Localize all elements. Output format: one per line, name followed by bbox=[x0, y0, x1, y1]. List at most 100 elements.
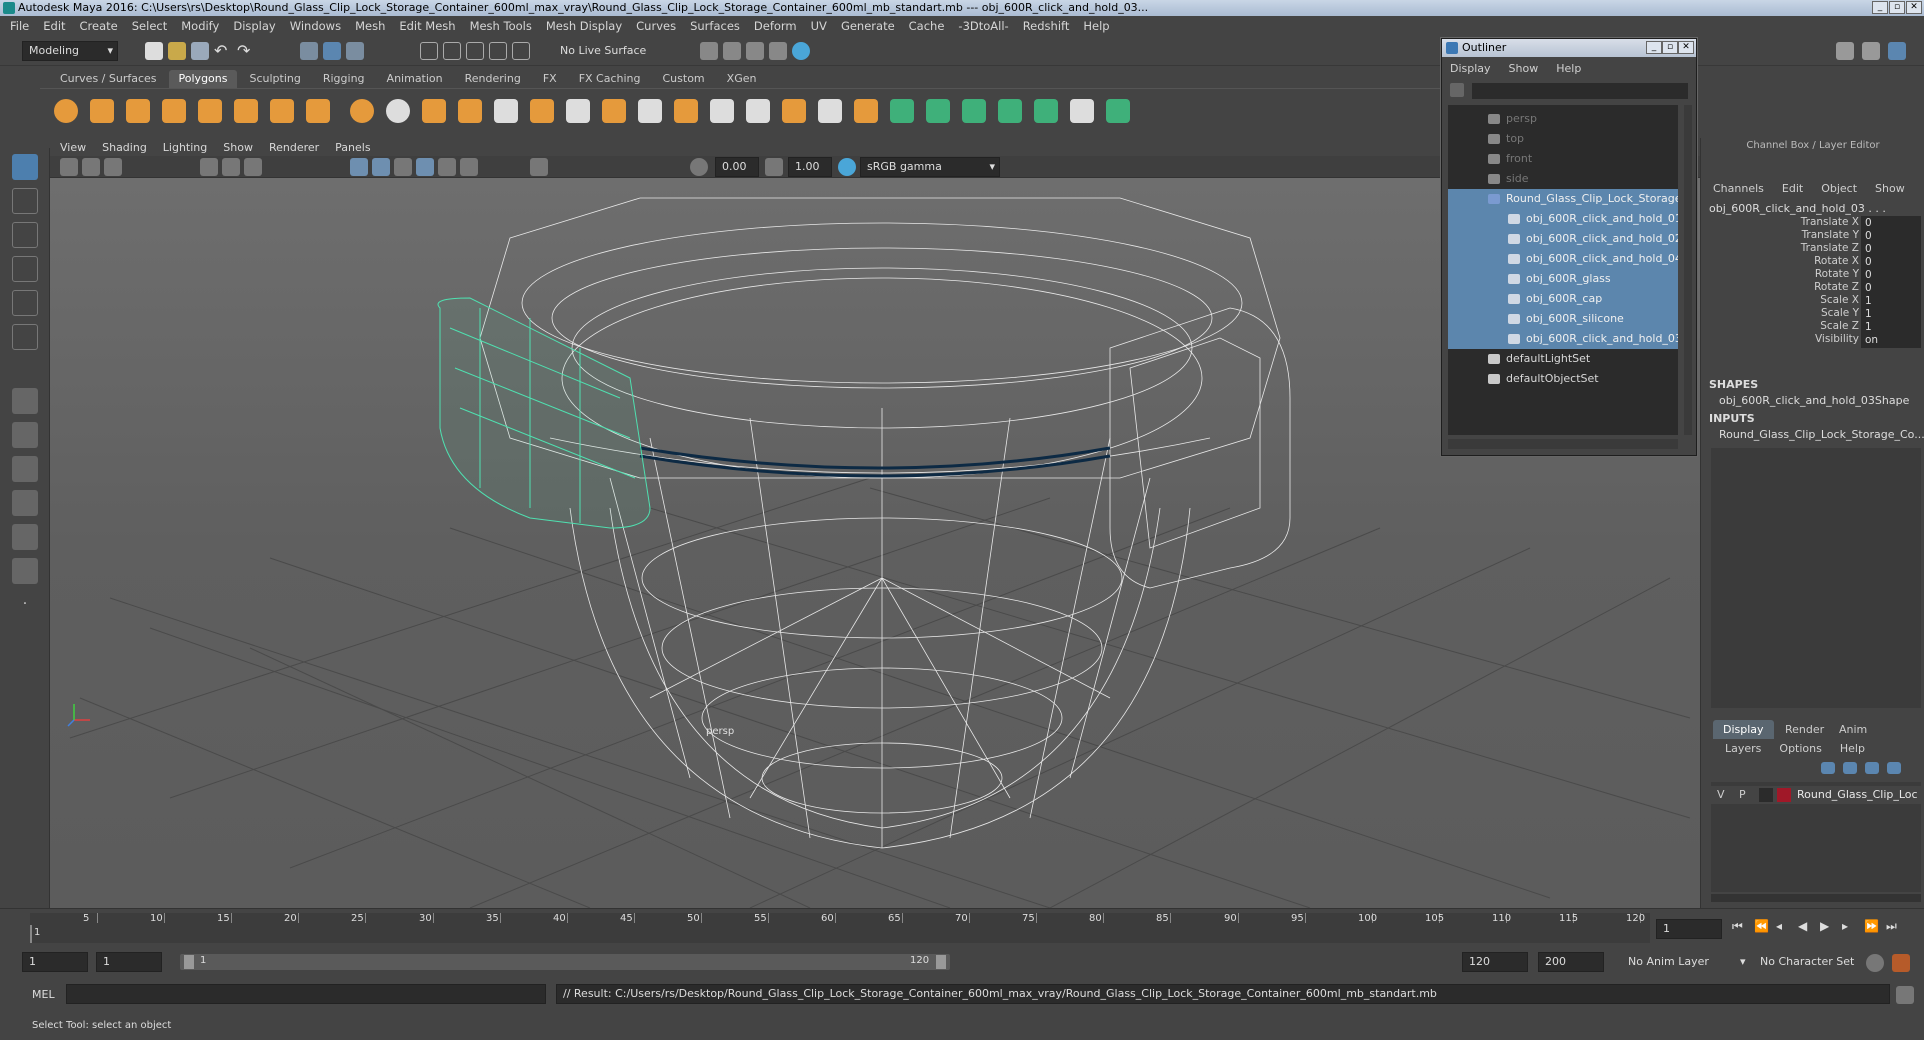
paint-select-icon[interactable] bbox=[12, 222, 38, 248]
layer-visibility-toggle[interactable]: V bbox=[1717, 788, 1725, 801]
menu-cache[interactable]: Cache bbox=[909, 19, 945, 33]
close-button[interactable]: ✕ bbox=[1906, 1, 1922, 14]
layer-menu-options[interactable]: Options bbox=[1779, 742, 1821, 755]
wireframe-icon[interactable] bbox=[350, 158, 368, 176]
viewport-menu-lighting[interactable]: Lighting bbox=[163, 141, 207, 154]
menu-mesh-tools[interactable]: Mesh Tools bbox=[470, 19, 532, 33]
auto-key-icon[interactable] bbox=[1866, 954, 1884, 972]
open-scene-icon[interactable] bbox=[168, 42, 186, 60]
channel-label[interactable]: Translate Y bbox=[1802, 229, 1859, 241]
hypershade-layout-icon[interactable] bbox=[12, 558, 38, 584]
script-editor-icon[interactable] bbox=[1896, 986, 1914, 1004]
channel-box-toggle-icon[interactable] bbox=[1888, 42, 1906, 60]
spherical-uv-icon[interactable] bbox=[998, 99, 1022, 123]
four-pane-icon[interactable] bbox=[12, 422, 38, 448]
layer-tab-render[interactable]: Render bbox=[1775, 720, 1834, 739]
outliner-item[interactable]: defaultLightSet bbox=[1448, 349, 1678, 369]
current-frame-field[interactable]: 1 bbox=[1656, 919, 1722, 939]
outliner-item[interactable]: obj_600R_cap bbox=[1448, 289, 1678, 309]
layer-color-swatch[interactable] bbox=[1777, 788, 1791, 802]
cb-menu-channels[interactable]: Channels bbox=[1713, 182, 1764, 195]
quad-draw-icon[interactable] bbox=[854, 99, 878, 123]
grid-toggle-icon[interactable] bbox=[200, 158, 218, 176]
menu-deform[interactable]: Deform bbox=[754, 19, 797, 33]
outliner-vscrollbar[interactable] bbox=[1684, 105, 1692, 435]
menu-modify[interactable]: Modify bbox=[181, 19, 219, 33]
multi-cut-icon[interactable] bbox=[710, 99, 734, 123]
outliner-item[interactable]: obj_600R_click_and_hold_02 bbox=[1448, 229, 1678, 249]
shelf-tab-animation[interactable]: Animation bbox=[377, 70, 453, 88]
exposure-icon[interactable] bbox=[690, 158, 708, 176]
mode-dropdown[interactable]: Modeling ▾ bbox=[22, 41, 118, 61]
undo-icon[interactable]: ↶ bbox=[214, 42, 232, 60]
channel-label[interactable]: Visibility bbox=[1815, 333, 1859, 345]
layer-menu-layers[interactable]: Layers bbox=[1725, 742, 1761, 755]
range-end-handle[interactable] bbox=[936, 955, 946, 969]
channel-label[interactable]: Translate X bbox=[1801, 216, 1859, 228]
command-language-toggle[interactable]: MEL bbox=[32, 988, 55, 1001]
menu-display[interactable]: Display bbox=[233, 19, 275, 33]
poly-sphere-icon[interactable] bbox=[54, 99, 78, 123]
outliner-item[interactable]: obj_600R_click_and_hold_01 bbox=[1448, 209, 1678, 229]
bridge-icon[interactable] bbox=[566, 99, 590, 123]
snap-grid-icon[interactable] bbox=[420, 42, 438, 60]
playback-start-field[interactable]: 1 bbox=[96, 952, 162, 972]
bevel-icon[interactable] bbox=[638, 99, 662, 123]
scene-start-field[interactable]: 1 bbox=[22, 952, 88, 972]
wireframe-on-shaded-icon[interactable] bbox=[394, 158, 412, 176]
step-forward-key-icon[interactable]: ⏩ bbox=[1864, 919, 1882, 937]
poly-torus-icon[interactable] bbox=[234, 99, 258, 123]
poly-pyramid-icon[interactable] bbox=[270, 99, 294, 123]
channel-label[interactable]: Translate Z bbox=[1801, 242, 1859, 254]
persp-outliner-icon[interactable] bbox=[12, 490, 38, 516]
outliner-maximize-button[interactable]: ▫ bbox=[1662, 41, 1678, 54]
outliner-titlebar[interactable]: Outliner _ ▫ ✕ bbox=[1442, 39, 1696, 57]
time-slider[interactable]: 1 5 10 15 20 25 30 35 40 45 50 55 60 65 70 75 80 85 90 95 1… bbox=[0, 908, 1924, 948]
layer-tab-anim[interactable]: Anim bbox=[1829, 720, 1877, 739]
layer-reference-toggle[interactable] bbox=[1759, 788, 1773, 802]
shelf-tab-polygons[interactable]: Polygons bbox=[168, 70, 238, 88]
side-by-side-icon[interactable] bbox=[12, 456, 38, 482]
shadows-icon[interactable] bbox=[460, 158, 478, 176]
hypershade-icon[interactable] bbox=[792, 42, 810, 60]
shelf-tab-rigging[interactable]: Rigging bbox=[313, 70, 375, 88]
layer-hscrollbar[interactable] bbox=[1711, 894, 1921, 902]
outliner-close-button[interactable]: ✕ bbox=[1678, 41, 1694, 54]
automatic-uv-icon[interactable] bbox=[1034, 99, 1058, 123]
viewport-menu-view[interactable]: View bbox=[60, 141, 86, 154]
outliner-item[interactable]: obj_600R_glass bbox=[1448, 269, 1678, 289]
collapse-icon[interactable]: · bbox=[12, 596, 38, 622]
insert-edge-loop-icon[interactable] bbox=[746, 99, 770, 123]
channel-label[interactable]: Rotate Z bbox=[1814, 281, 1859, 293]
layer-move-up-icon[interactable] bbox=[1821, 762, 1835, 774]
bookmark-icon[interactable] bbox=[104, 158, 122, 176]
go-to-end-icon[interactable]: ⏭ bbox=[1886, 919, 1904, 937]
shelf-tab-curves-surfaces[interactable]: Curves / Surfaces bbox=[50, 70, 167, 88]
checker-icon[interactable] bbox=[1070, 99, 1094, 123]
film-gate-icon[interactable] bbox=[222, 158, 240, 176]
poly-cylinder-icon[interactable] bbox=[126, 99, 150, 123]
select-object-icon[interactable] bbox=[323, 42, 341, 60]
playback-end-field[interactable]: 120 bbox=[1462, 952, 1528, 972]
layout-uv-icon[interactable] bbox=[1106, 99, 1130, 123]
animation-prefs-icon[interactable] bbox=[1892, 954, 1910, 972]
shelf-tab-rendering[interactable]: Rendering bbox=[455, 70, 531, 88]
channel-value[interactable]: on bbox=[1861, 333, 1921, 348]
channel-label[interactable]: Scale Z bbox=[1820, 320, 1859, 332]
select-tool-icon[interactable] bbox=[12, 154, 38, 180]
save-scene-icon[interactable] bbox=[191, 42, 209, 60]
fill-hole-icon[interactable] bbox=[674, 99, 698, 123]
menu-edit[interactable]: Edit bbox=[43, 19, 65, 33]
lights-icon[interactable] bbox=[438, 158, 456, 176]
channel-label[interactable]: Rotate X bbox=[1814, 255, 1859, 267]
menu-create[interactable]: Create bbox=[80, 19, 118, 33]
viewport-menu-renderer[interactable]: Renderer bbox=[269, 141, 319, 154]
shelf-tab-xgen[interactable]: XGen bbox=[717, 70, 767, 88]
current-time-marker[interactable] bbox=[30, 925, 32, 943]
menu-redshift[interactable]: Redshift bbox=[1023, 19, 1070, 33]
channel-row[interactable]: Visibility on bbox=[1701, 333, 1924, 349]
cb-menu-edit[interactable]: Edit bbox=[1782, 182, 1803, 195]
outliner-menu-show[interactable]: Show bbox=[1509, 62, 1539, 75]
smooth-shade-icon[interactable] bbox=[372, 158, 390, 176]
menu-select[interactable]: Select bbox=[132, 19, 167, 33]
